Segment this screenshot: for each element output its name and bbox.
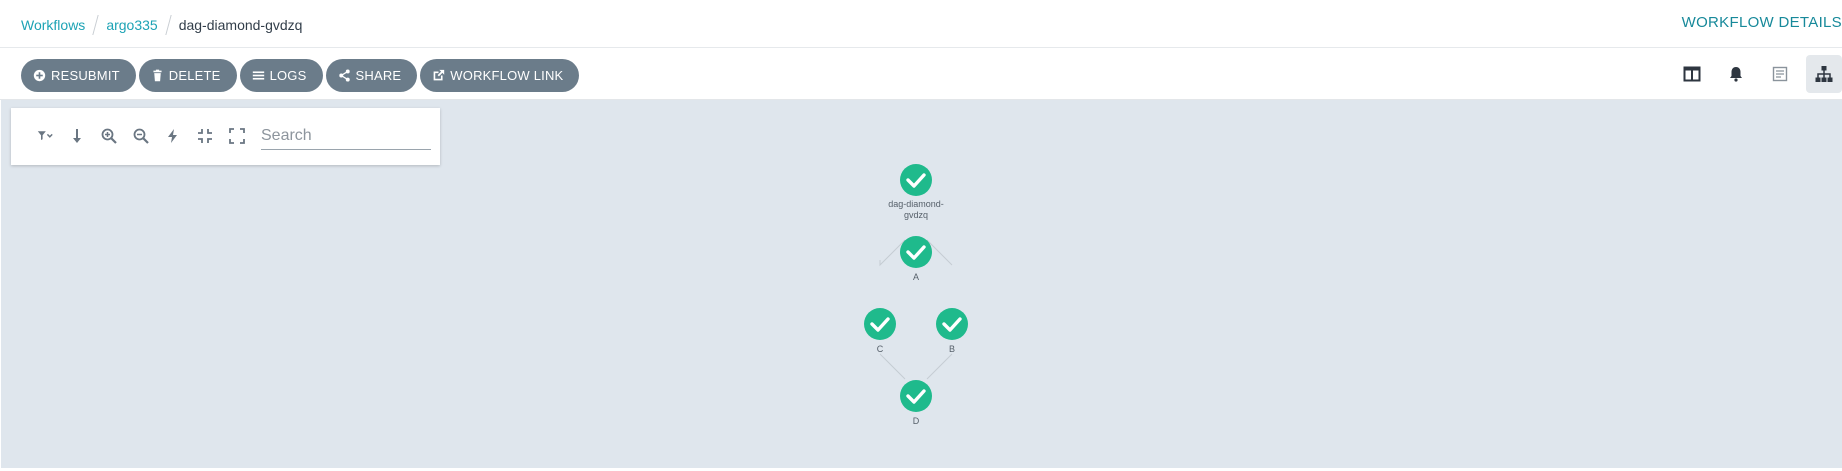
filter-icon	[37, 131, 53, 140]
node-c[interactable]: C	[864, 308, 896, 354]
breadcrumb-separator	[165, 15, 172, 35]
collapse-button[interactable]	[189, 124, 221, 148]
filter-button[interactable]	[29, 124, 61, 148]
logs-button[interactable]: LOGS	[239, 59, 323, 92]
status-circle	[900, 380, 932, 412]
status-circle	[900, 164, 932, 196]
share-button[interactable]: SHARE	[325, 59, 418, 92]
resubmit-label: RESUBMIT	[51, 68, 120, 83]
events-button[interactable]	[1718, 55, 1754, 93]
zoom-out-button[interactable]	[125, 124, 157, 148]
node-label: A	[913, 272, 919, 282]
node-b[interactable]: B	[936, 308, 968, 354]
node-label: dag-diamond-	[888, 199, 944, 209]
graph-canvas[interactable]: dag-diamond- gvdzq A C B D	[1, 100, 1842, 468]
zoom-out-icon	[133, 128, 149, 144]
logs-label: LOGS	[269, 68, 307, 83]
node-root[interactable]: dag-diamond- gvdzq	[888, 164, 944, 220]
list-icon	[252, 71, 264, 80]
node-label: gvdzq	[904, 210, 928, 220]
node-label: B	[949, 344, 955, 354]
delete-button[interactable]: DELETE	[138, 59, 237, 92]
page-title: WORKFLOW DETAILS	[1681, 14, 1842, 31]
resubmit-button[interactable]: RESUBMIT	[21, 59, 136, 92]
breadcrumb-workflow: dag-diamond-gvdzq	[178, 17, 303, 33]
view-switcher	[1674, 55, 1842, 93]
zoom-in-icon	[101, 128, 117, 144]
status-circle	[864, 308, 896, 340]
trash-icon	[153, 69, 162, 82]
direction-button[interactable]	[61, 124, 93, 148]
action-toolbar: RESUBMIT DELETE LOGS SHARE WORKFLOW LINK	[0, 49, 1842, 100]
status-circle	[900, 236, 932, 268]
workflow-link-button[interactable]: WORKFLOW LINK	[420, 59, 580, 92]
graph-view-button[interactable]	[1806, 55, 1842, 93]
breadcrumb-workflows[interactable]: Workflows	[21, 17, 85, 33]
node-label: C	[877, 344, 884, 354]
graph-options-panel	[11, 108, 440, 165]
arrow-down-icon	[73, 129, 81, 143]
breadcrumb-namespace[interactable]: argo335	[106, 17, 157, 33]
split-view-icon	[1683, 66, 1701, 82]
breadcrumb: Workflows argo335 dag-diamond-gvdzq	[21, 15, 302, 35]
delete-label: DELETE	[168, 68, 221, 83]
fullscreen-button[interactable]	[221, 124, 253, 148]
share-label: SHARE	[355, 68, 402, 83]
tree-graph-icon	[1815, 66, 1833, 82]
fullscreen-icon	[229, 128, 245, 144]
share-icon	[338, 69, 350, 82]
edge-c-d	[879, 353, 906, 380]
graph-toolbar	[29, 124, 253, 148]
summary-button[interactable]	[1762, 55, 1798, 93]
node-a[interactable]: A	[900, 236, 932, 282]
bell-icon	[1730, 67, 1742, 82]
zoom-in-button[interactable]	[93, 124, 125, 148]
top-bar: Workflows argo335 dag-diamond-gvdzq WORK…	[0, 0, 1842, 48]
breadcrumb-separator	[92, 15, 99, 35]
status-circle	[936, 308, 968, 340]
node-d[interactable]: D	[900, 380, 932, 426]
bolt-icon	[168, 129, 177, 143]
split-view-button[interactable]	[1674, 55, 1710, 93]
fast-render-button[interactable]	[157, 124, 189, 148]
summary-icon	[1772, 66, 1788, 82]
action-buttons: RESUBMIT DELETE LOGS SHARE WORKFLOW LINK	[21, 59, 580, 92]
graph-search-input[interactable]	[261, 122, 431, 150]
external-link-icon	[433, 69, 445, 81]
node-label: D	[913, 416, 920, 426]
edge-b-d	[926, 353, 953, 380]
collapse-icon	[198, 129, 212, 143]
workflow-link-label: WORKFLOW LINK	[450, 68, 564, 83]
plus-circle-icon	[33, 69, 46, 82]
